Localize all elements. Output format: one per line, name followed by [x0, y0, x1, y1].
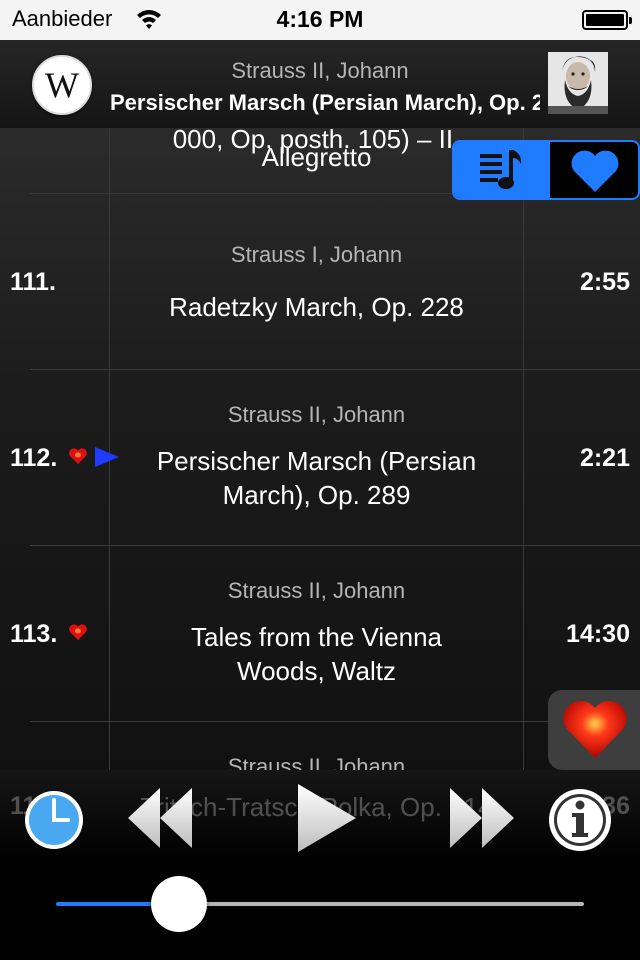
slider-track-remaining — [179, 902, 584, 906]
track-composer: Strauss II, Johann — [227, 402, 406, 427]
next-track-button[interactable] — [446, 786, 516, 850]
now-playing-icon — [95, 447, 119, 467]
player-toolbar: 114. Tritsch-Tratsch-Polka, Op. 214 2:36 — [0, 770, 640, 864]
composer-portrait[interactable] — [548, 52, 608, 114]
now-playing-header: W Strauss II, Johann Persischer Marsch (… — [0, 40, 640, 128]
track-title: Persischer Marsch (Persian — [156, 446, 477, 476]
track-number: 113. — [10, 620, 58, 648]
track-title-line2: Woods, Waltz — [237, 656, 396, 686]
track-composer: Strauss I, Johann — [230, 242, 403, 267]
favorite-heart-icon — [69, 448, 87, 464]
favorite-heart-icon — [69, 624, 87, 640]
status-time: 4:16 PM — [276, 6, 364, 32]
track-duration: 2:21 — [579, 444, 630, 472]
play-button[interactable] — [294, 782, 360, 854]
track-duration: 14:30 — [566, 620, 630, 648]
segment-playlist[interactable] — [454, 142, 548, 198]
track-row[interactable]: Strauss II, Johann 113. Tales from the V… — [0, 546, 640, 722]
track-row[interactable]: Strauss II, Johann 112. Persischer Marsc… — [0, 370, 640, 546]
portrait-image — [548, 52, 608, 114]
track-row[interactable]: Strauss I, Johann 111. Radetzky March, O… — [0, 194, 640, 370]
wikipedia-button[interactable]: W — [32, 55, 92, 115]
track-number: 112. — [10, 444, 58, 472]
battery-icon — [582, 10, 632, 30]
timer-clock-button[interactable] — [22, 788, 86, 852]
track-list[interactable]: 000, Op. posth. 105) – II. Allegretto St… — [0, 128, 640, 770]
add-favorite-button[interactable] — [548, 690, 640, 770]
slider-thumb[interactable] — [151, 876, 208, 932]
track-row[interactable]: Strauss II, Johann — [0, 722, 640, 770]
status-bar: Aanbieder 4:16 PM — [0, 0, 640, 40]
heart-icon — [571, 150, 619, 192]
track-duration: 2:55 — [579, 268, 630, 296]
track-composer: Strauss II, Johann — [227, 754, 406, 770]
segment-favorites[interactable] — [549, 142, 638, 198]
view-mode-segmented-control[interactable] — [452, 140, 640, 200]
playlist-music-icon — [480, 150, 522, 189]
track-number: 111. — [10, 268, 56, 296]
previous-track-button[interactable] — [126, 786, 196, 850]
track-composer: Strauss II, Johann — [227, 578, 406, 603]
track-title: Tales from the Vienna — [191, 622, 442, 652]
playback-slider[interactable] — [0, 864, 640, 960]
now-playing-title: Persischer Marsch (Persian March), Op. 2… — [110, 90, 540, 115]
big-heart-icon — [563, 701, 627, 758]
battery-level — [586, 14, 624, 26]
track-title-line2: March), Op. 289 — [222, 480, 411, 510]
info-button[interactable] — [546, 786, 614, 854]
now-playing-composer: Strauss II, Johann — [231, 58, 409, 83]
track-title: Radetzky March, Op. 228 — [169, 292, 464, 322]
